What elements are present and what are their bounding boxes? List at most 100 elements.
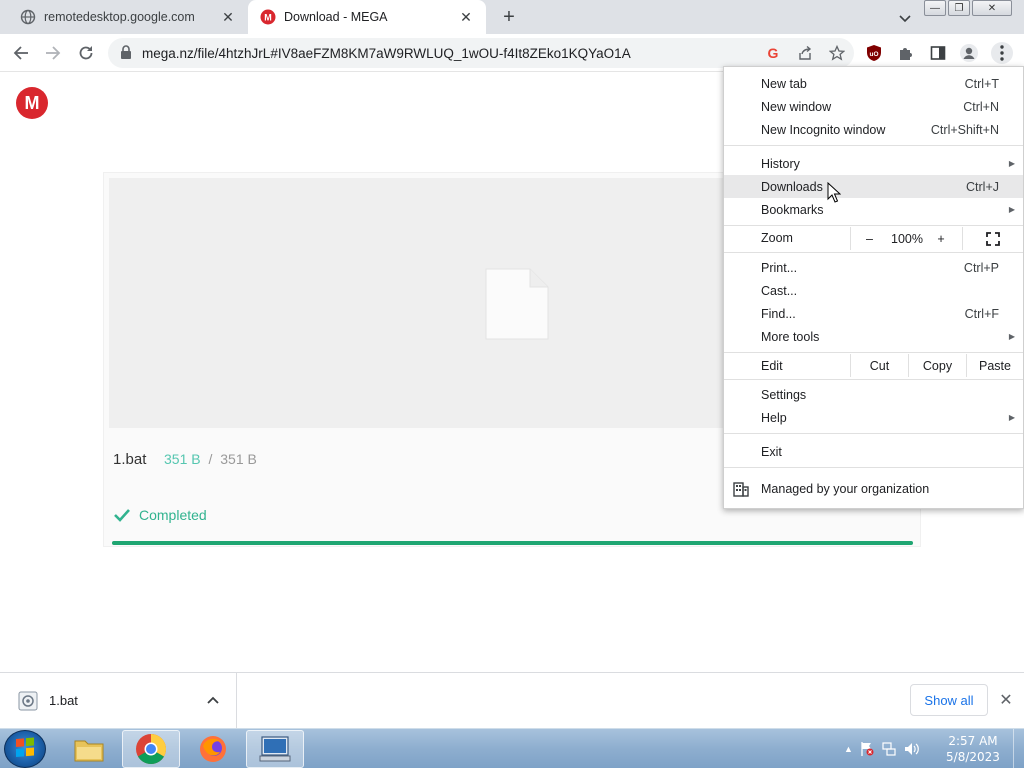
back-arrow-icon[interactable]: [10, 42, 32, 64]
tab-title: Download - MEGA: [284, 10, 388, 24]
chrome-menu-kebab-icon[interactable]: [991, 42, 1013, 64]
tab-search-chevron-icon[interactable]: [895, 8, 915, 28]
managed-by-organization[interactable]: Managed by your organization: [724, 477, 1023, 500]
svg-text:uO: uO: [869, 51, 878, 58]
windows-logo-icon: [16, 737, 34, 758]
bookmark-star-icon[interactable]: [828, 44, 846, 62]
mega-logo[interactable]: M: [16, 87, 48, 119]
paste-button[interactable]: Paste: [966, 354, 1023, 377]
menu-separator: [724, 352, 1023, 353]
file-name: 1.bat: [113, 451, 147, 468]
start-button[interactable]: [4, 730, 46, 768]
zoom-out-button[interactable]: –: [850, 227, 888, 250]
submenu-arrow-icon: ▶: [1008, 413, 1015, 422]
download-status: Completed: [113, 506, 207, 524]
menu-item-history[interactable]: History ▶: [724, 152, 1023, 175]
globe-icon: [20, 9, 36, 25]
zoom-in-button[interactable]: +: [926, 227, 956, 250]
menu-item-new-incognito-window[interactable]: New Incognito window Ctrl+Shift+N: [724, 118, 1023, 141]
size-separator: /: [208, 451, 213, 467]
close-icon[interactable]: ✕: [458, 9, 474, 25]
submenu-arrow-icon: ▶: [1008, 159, 1015, 168]
progress-fill: [112, 541, 913, 545]
menu-item-new-tab[interactable]: New tab Ctrl+T: [724, 72, 1023, 95]
chrome-main-menu: New tab Ctrl+T New window Ctrl+N New Incog…: [723, 66, 1024, 509]
menu-item-settings[interactable]: Settings: [724, 383, 1023, 406]
firefox-icon[interactable]: [184, 730, 242, 768]
download-item[interactable]: 1.bat: [0, 673, 237, 729]
mega-icon: M: [260, 9, 276, 25]
menu-item-help[interactable]: Help ▶: [724, 406, 1023, 429]
volume-icon[interactable]: [903, 741, 921, 757]
menu-item-more-tools[interactable]: More tools ▶: [724, 325, 1023, 348]
file-explorer-icon[interactable]: [60, 730, 118, 768]
system-tray: ▲: [844, 729, 921, 768]
cut-button[interactable]: Cut: [850, 354, 908, 377]
edit-row: Edit Cut Copy Paste: [724, 354, 1023, 377]
ublock-origin-icon[interactable]: uO: [864, 43, 884, 63]
download-shelf: 1.bat Show all ✕: [0, 672, 1024, 729]
show-all-button[interactable]: Show all: [910, 684, 988, 716]
file-size: 351 B / 351 B: [164, 451, 257, 467]
window-controls: — ❐ ✕: [922, 0, 1012, 16]
copy-button[interactable]: Copy: [908, 354, 966, 377]
submenu-arrow-icon: ▶: [1008, 332, 1015, 341]
profile-avatar-icon[interactable]: [959, 43, 979, 63]
tab-remotedesktop[interactable]: remotedesktop.google.com ✕: [8, 0, 248, 34]
side-panel-icon[interactable]: [928, 43, 948, 63]
svg-text:G: G: [768, 45, 779, 61]
google-lens-icon[interactable]: G: [764, 44, 782, 62]
url-text[interactable]: mega.nz/file/4htzhJrL#IV8aeFZM8KM7aW9RWL…: [142, 46, 631, 61]
show-desktop-button[interactable]: [1013, 729, 1024, 768]
batch-file-icon: [18, 691, 38, 711]
menu-item-print[interactable]: Print... Ctrl+P: [724, 256, 1023, 279]
tab-mega-download[interactable]: M Download - MEGA ✕: [248, 0, 486, 34]
chrome-icon[interactable]: [122, 730, 180, 768]
checkmark-icon: [114, 509, 130, 522]
action-center-flag-icon[interactable]: [859, 741, 875, 757]
maximize-button[interactable]: ❐: [948, 0, 970, 16]
menu-separator: [724, 145, 1023, 146]
tab-strip: remotedesktop.google.com ✕ M Download - …: [0, 0, 1024, 34]
tab-title: remotedesktop.google.com: [44, 10, 195, 24]
progress-bar: [112, 541, 913, 545]
status-text: Completed: [139, 507, 207, 523]
menu-item-find[interactable]: Find... Ctrl+F: [724, 302, 1023, 325]
zoom-label: Zoom: [761, 231, 793, 245]
new-tab-button[interactable]: +: [498, 6, 520, 28]
zoom-row: Zoom – 100% +: [724, 227, 1023, 250]
edit-label: Edit: [761, 359, 783, 373]
extensions-puzzle-icon[interactable]: [896, 43, 916, 63]
menu-item-bookmarks[interactable]: Bookmarks ▶: [724, 198, 1023, 221]
submenu-arrow-icon: ▶: [1008, 205, 1015, 214]
fullscreen-icon[interactable]: [962, 227, 1023, 250]
address-bar[interactable]: mega.nz/file/4htzhJrL#IV8aeFZM8KM7aW9RWL…: [108, 38, 854, 68]
close-window-button[interactable]: ✕: [972, 0, 1012, 16]
close-icon[interactable]: ✕: [220, 9, 236, 25]
taskbar-clock[interactable]: 2:57 AM 5/8/2023: [938, 733, 1008, 765]
minimize-button[interactable]: —: [924, 0, 946, 16]
menu-item-exit[interactable]: Exit: [724, 440, 1023, 463]
building-icon: [733, 482, 749, 497]
forward-arrow-icon[interactable]: [42, 42, 64, 64]
menu-separator: [724, 225, 1023, 226]
managed-label: Managed by your organization: [761, 481, 930, 496]
share-icon[interactable]: [796, 44, 814, 62]
menu-item-cast[interactable]: Cast...: [724, 279, 1023, 302]
reload-icon[interactable]: [75, 42, 97, 64]
downloaded-size: 351 B: [164, 451, 201, 467]
menu-item-new-window[interactable]: New window Ctrl+N: [724, 95, 1023, 118]
total-size: 351 B: [220, 451, 257, 467]
windows-taskbar: ▲ 2:57 AM 5/8/2023: [0, 728, 1024, 768]
chevron-up-icon[interactable]: [204, 691, 222, 709]
close-icon[interactable]: ✕: [997, 691, 1015, 709]
clock-date: 5/8/2023: [946, 750, 1000, 764]
network-icon[interactable]: [881, 741, 897, 757]
remote-desktop-icon[interactable]: [246, 730, 304, 768]
zoom-level: 100%: [891, 231, 923, 246]
menu-item-downloads[interactable]: Downloads Ctrl+J: [724, 175, 1023, 198]
svg-text:M: M: [264, 13, 272, 23]
file-icon: [485, 268, 549, 340]
lock-icon[interactable]: [120, 44, 132, 62]
show-hidden-icons-chevron-icon[interactable]: ▲: [844, 744, 853, 754]
